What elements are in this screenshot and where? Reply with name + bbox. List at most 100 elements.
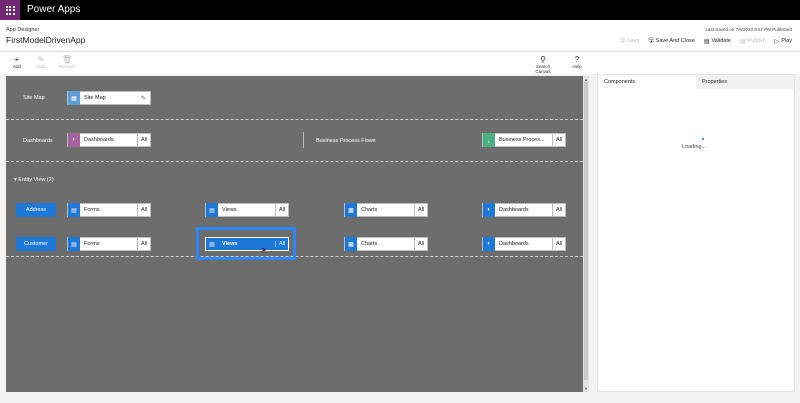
customer-charts-all-button[interactable]: All <box>414 237 427 251</box>
canvas-scrollbar[interactable]: ▲ ▼ <box>583 76 589 392</box>
validate-icon: ▤ <box>703 38 710 45</box>
process-flow-icon: ⌞ <box>483 133 495 147</box>
last-saved-status: Last Saved on 7/9/2020 9:57 PM Published <box>705 27 792 32</box>
dashboards-tile[interactable]: ◐ Dashboards All <box>67 133 151 147</box>
pencil-icon: ✎ <box>37 55 45 64</box>
play-button[interactable]: ▷ Play <box>775 36 792 46</box>
customer-charts-label: Charts <box>361 241 378 247</box>
sitemap-tile-label: Site Map <box>84 95 106 101</box>
section-divider <box>6 119 583 120</box>
address-dashboards-all-button[interactable]: All <box>552 203 565 217</box>
validate-label: Validate <box>711 38 731 44</box>
edit-button[interactable]: ✎ Edit <box>29 55 53 69</box>
side-panel-tabs: Components Properties <box>598 75 794 89</box>
dashboards-tile-label: Dashboards <box>84 137 114 143</box>
bpf-tile-label: Business Proces... <box>499 137 545 143</box>
entity-customer-button[interactable]: Customer <box>16 237 56 251</box>
customer-forms-all-button[interactable]: All <box>137 237 150 251</box>
customer-dashboards-tile[interactable]: ◐ Dashboards All <box>482 237 566 251</box>
dashboard-icon: ◐ <box>68 133 80 147</box>
address-charts-label: Charts <box>361 207 378 213</box>
chart-icon: ▩ <box>345 237 357 251</box>
scroll-down-icon[interactable]: ▼ <box>584 386 588 391</box>
scrollbar-thumb[interactable] <box>584 82 588 380</box>
trash-icon: 🗑 <box>61 55 73 64</box>
publish-label: Publish <box>747 38 766 44</box>
address-forms-label: Forms <box>84 207 100 213</box>
bpf-row-label: Business Process Flows <box>316 138 376 144</box>
loading-spinner-icon <box>702 138 704 140</box>
chart-icon: ▩ <box>345 203 357 217</box>
mouse-cursor-icon: ➤ <box>261 247 267 254</box>
header-actions: 🖫 Save 🖫 Save And Close ▤ Validate ▤ Pub… <box>620 36 792 46</box>
top-bar: Power Apps <box>0 0 800 20</box>
save-and-close-button[interactable]: 🖫 Save And Close <box>649 36 695 46</box>
bpf-all-button[interactable]: All <box>552 133 565 147</box>
command-toolbar: + Add ✎ Edit 🗑 Remove ⚲ Search Canvas ? … <box>0 51 800 74</box>
customer-forms-tile[interactable]: ▤ Forms All <box>67 237 151 251</box>
address-views-all-button[interactable]: All <box>275 203 288 217</box>
help-icon: ? <box>574 55 580 64</box>
entity-view-label: Entity View (2) <box>18 177 54 183</box>
save-icon: 🖫 <box>619 38 625 44</box>
address-views-tile[interactable]: ▤ Views All <box>205 203 289 217</box>
edit-label: Edit <box>37 64 45 69</box>
address-charts-tile[interactable]: ▩ Charts All <box>344 203 428 217</box>
designer-canvas[interactable]: Site Map ▦ Site Map ✎ Dashboards ◐ Dashb… <box>6 76 589 392</box>
publish-button[interactable]: ▤ Publish <box>740 36 766 46</box>
address-dashboards-tile[interactable]: ◐ Dashboards All <box>482 203 566 217</box>
entity-view-header[interactable]: ▾ Entity View (2) <box>14 177 54 183</box>
app-title: FirstModelDrivenApp <box>6 35 86 45</box>
address-forms-all-button[interactable]: All <box>137 203 150 217</box>
search-icon: ⚲ <box>540 55 546 64</box>
entity-address-button[interactable]: Address <box>16 203 56 217</box>
dashboards-row-label: Dashboards <box>23 138 53 144</box>
search-canvas-button[interactable]: ⚲ Search Canvas <box>528 55 558 74</box>
address-views-label: Views <box>222 207 237 213</box>
section-divider <box>6 161 583 162</box>
loading-text: Loading... <box>682 144 707 150</box>
address-dashboards-label: Dashboards <box>499 207 529 213</box>
add-label: Add <box>12 64 21 69</box>
pencil-icon[interactable]: ✎ <box>137 95 150 102</box>
add-button[interactable]: + Add <box>5 55 29 69</box>
collapse-icon: ▾ <box>14 177 17 183</box>
sitemap-tile[interactable]: ▦ Site Map ✎ <box>67 91 151 105</box>
sitemap-row-label: Site Map <box>23 95 45 101</box>
dashboard-icon: ◐ <box>483 237 495 251</box>
search-canvas-label: Search Canvas <box>535 64 551 74</box>
dashboards-all-button[interactable]: All <box>137 133 150 147</box>
customer-forms-label: Forms <box>84 241 100 247</box>
publish-icon: ▤ <box>739 38 746 45</box>
vertical-separator <box>303 132 304 148</box>
customer-charts-tile[interactable]: ▩ Charts All <box>344 237 428 251</box>
designer-label: App Designer <box>6 27 40 33</box>
form-icon: ▤ <box>68 237 80 251</box>
form-icon: ▤ <box>68 203 80 217</box>
address-charts-all-button[interactable]: All <box>414 203 427 217</box>
map-icon: ▦ <box>68 91 80 105</box>
play-icon: ▷ <box>774 38 780 45</box>
dashboard-icon: ◐ <box>483 203 495 217</box>
help-button[interactable]: ? Help <box>565 55 589 69</box>
play-label: Play <box>781 38 792 44</box>
customer-views-all-button[interactable]: All <box>275 241 288 247</box>
app-launcher-icon[interactable] <box>0 0 20 20</box>
save-button[interactable]: 🖫 Save <box>620 36 640 46</box>
side-panel: Components Properties Loading... <box>597 74 795 392</box>
tab-properties[interactable]: Properties <box>696 75 794 89</box>
save-close-icon: 🖫 <box>648 38 654 44</box>
plus-icon: + <box>14 55 20 64</box>
save-label: Save <box>627 38 640 44</box>
address-forms-tile[interactable]: ▤ Forms All <box>67 203 151 217</box>
customer-dashboards-label: Dashboards <box>499 241 529 247</box>
bpf-tile[interactable]: ⌞ Business Proces... All <box>482 133 566 147</box>
view-icon: ▤ <box>209 241 215 248</box>
validate-button[interactable]: ▤ Validate <box>704 36 731 46</box>
customer-dashboards-all-button[interactable]: All <box>552 237 565 251</box>
customer-views-tile[interactable]: ▤ Views All <box>205 237 289 251</box>
tab-components[interactable]: Components <box>598 75 696 89</box>
app-name[interactable]: Power Apps <box>27 4 80 15</box>
remove-button[interactable]: 🗑 Remove <box>55 55 79 69</box>
remove-label: Remove <box>58 64 76 69</box>
